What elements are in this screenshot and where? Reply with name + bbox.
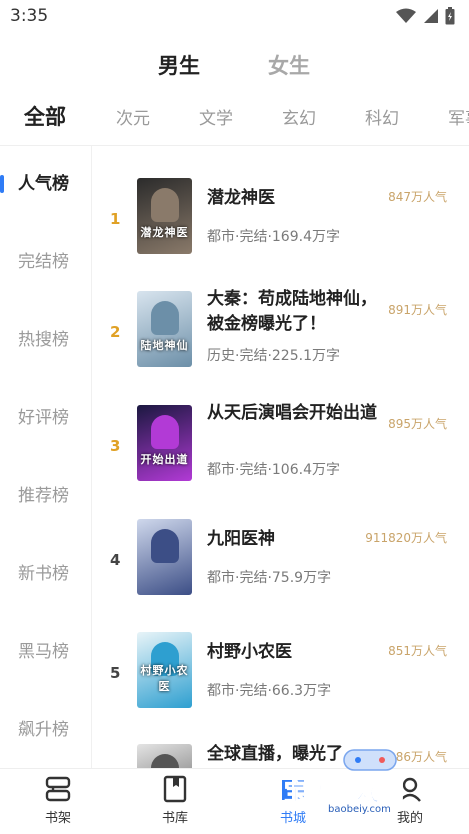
book-cover[interactable] bbox=[137, 519, 192, 595]
ranking-sidebar: 人气榜 完结榜 热搜榜 好评榜 推荐榜 新书榜 黑马榜 飙升榜 bbox=[0, 146, 92, 768]
book-cover[interactable]: 潜龙神医 bbox=[137, 178, 192, 254]
book-item[interactable]: 3 开始出道 从天后演唱会开始出道 都市·完结·106.4万字 895万人气 bbox=[93, 403, 469, 495]
sidebar-item-label: 完结榜 bbox=[18, 252, 69, 272]
sidebar-item-recommended[interactable]: 推荐榜 bbox=[0, 476, 92, 516]
status-bar: 3:35 bbox=[0, 0, 469, 34]
sidebar-item-top-rated[interactable]: 好评榜 bbox=[0, 398, 92, 438]
sidebar-item-label: 热搜榜 bbox=[18, 330, 69, 350]
watermark-url: baobeiy.com bbox=[328, 804, 391, 815]
sidebar-item-completed[interactable]: 完结榜 bbox=[0, 242, 92, 282]
nav-bookshelf[interactable]: 书架 bbox=[28, 775, 88, 826]
library-icon bbox=[163, 775, 187, 803]
cover-title: 陆地神仙 bbox=[140, 339, 189, 352]
sidebar-item-popular[interactable]: 人气榜 bbox=[0, 164, 92, 204]
sidebar-item-new-books[interactable]: 新书榜 bbox=[0, 554, 92, 594]
sidebar-item-rising[interactable]: 飙升榜 bbox=[0, 710, 92, 750]
sidebar-item-label: 新书榜 bbox=[18, 564, 69, 584]
book-popularity: 895万人气 bbox=[388, 417, 447, 431]
book-meta: 历史·完结·225.1万字 bbox=[207, 348, 340, 364]
cover-title: 潜龙神医 bbox=[140, 226, 189, 239]
book-popularity: 891万人气 bbox=[388, 303, 447, 317]
book-title[interactable]: 九阳医神 bbox=[207, 527, 387, 552]
sidebar-item-label: 人气榜 bbox=[18, 174, 69, 194]
cover-figure bbox=[151, 754, 179, 768]
category-tab-all[interactable]: 全部 bbox=[24, 101, 66, 131]
status-time: 3:35 bbox=[10, 6, 49, 26]
category-tab-military[interactable]: 军事 bbox=[448, 104, 469, 129]
book-title[interactable]: 潜龙神医 bbox=[207, 186, 387, 211]
cover-figure bbox=[151, 301, 179, 335]
bookshelf-icon bbox=[45, 776, 71, 802]
book-cover[interactable]: 村野小农医 bbox=[137, 632, 192, 708]
watermark: 宝贝游戏网 baobeiy.com bbox=[280, 742, 440, 826]
book-rank: 1 bbox=[110, 210, 121, 228]
category-tab-literature[interactable]: 文学 bbox=[199, 104, 233, 129]
book-meta: 都市·完结·66.3万字 bbox=[207, 683, 332, 699]
sidebar-item-hot-search[interactable]: 热搜榜 bbox=[0, 320, 92, 360]
cover-title: 开始出道 bbox=[140, 453, 189, 466]
tab-male[interactable]: 男生 bbox=[158, 50, 200, 80]
sidebar-item-label: 飙升榜 bbox=[18, 720, 69, 740]
status-icons bbox=[396, 7, 455, 25]
active-indicator bbox=[0, 175, 4, 193]
book-rank: 5 bbox=[110, 664, 121, 682]
cover-figure bbox=[151, 188, 179, 222]
book-item[interactable]: 1 潜龙神医 潜龙神医 都市·完结·169.4万字 847万人气 bbox=[93, 178, 469, 268]
sidebar-item-label: 黑马榜 bbox=[18, 642, 69, 662]
book-item[interactable]: 2 陆地神仙 大秦：苟成陆地神仙，被金榜曝光了！ 历史·完结·225.1万字 8… bbox=[93, 289, 469, 381]
category-tabs: 全部 次元 文学 玄幻 科幻 军事 bbox=[0, 100, 469, 134]
book-popularity: 851万人气 bbox=[388, 644, 447, 658]
category-tab-ciyuan[interactable]: 次元 bbox=[116, 104, 150, 129]
category-tab-scifi[interactable]: 科幻 bbox=[365, 104, 399, 129]
watermark-text: 宝贝游戏网 bbox=[284, 778, 405, 807]
sidebar-item-label: 推荐榜 bbox=[18, 486, 69, 506]
book-title[interactable]: 从天后演唱会开始出道 bbox=[207, 401, 387, 426]
book-item[interactable]: 5 村野小农医 村野小农医 都市·完结·66.3万字 851万人气 bbox=[93, 632, 469, 722]
book-popularity: 911820万人气 bbox=[365, 531, 447, 545]
book-meta: 都市·完结·106.4万字 bbox=[207, 462, 340, 478]
tab-female[interactable]: 女生 bbox=[268, 50, 310, 80]
category-tab-fantasy[interactable]: 玄幻 bbox=[282, 104, 316, 129]
nav-library[interactable]: 书库 bbox=[145, 775, 205, 826]
book-cover[interactable]: 开始出道 bbox=[137, 405, 192, 481]
book-item[interactable]: 4 九阳医神 都市·完结·75.9万字 911820万人气 bbox=[93, 519, 469, 609]
nav-label: 书库 bbox=[161, 811, 188, 826]
book-cover[interactable]: 陆地神仙 bbox=[137, 291, 192, 367]
book-cover[interactable] bbox=[137, 744, 192, 768]
book-popularity: 847万人气 bbox=[388, 190, 447, 204]
book-title[interactable]: 大秦：苟成陆地神仙，被金榜曝光了！ bbox=[207, 287, 387, 337]
gender-tabs: 男生 女生 bbox=[0, 50, 469, 84]
cover-title: 村野小农医 bbox=[140, 664, 189, 693]
gamepad-icon bbox=[343, 749, 397, 771]
nav-label: 书架 bbox=[44, 811, 71, 826]
book-rank: 3 bbox=[110, 437, 121, 455]
book-rank: 2 bbox=[110, 323, 121, 341]
book-meta: 都市·完结·75.9万字 bbox=[207, 570, 332, 586]
wifi-icon bbox=[396, 8, 416, 23]
sidebar-item-dark-horse[interactable]: 黑马榜 bbox=[0, 632, 92, 672]
cover-figure bbox=[151, 415, 179, 449]
signal-icon bbox=[424, 9, 438, 23]
battery-icon bbox=[445, 7, 455, 25]
book-meta: 都市·完结·169.4万字 bbox=[207, 229, 340, 245]
cover-figure bbox=[151, 529, 179, 563]
book-list: 1 潜龙神医 潜龙神医 都市·完结·169.4万字 847万人气 2 陆地神仙 … bbox=[93, 146, 469, 768]
book-rank: 4 bbox=[110, 551, 121, 569]
book-title[interactable]: 村野小农医 bbox=[207, 640, 387, 665]
sidebar-item-label: 好评榜 bbox=[18, 408, 69, 428]
